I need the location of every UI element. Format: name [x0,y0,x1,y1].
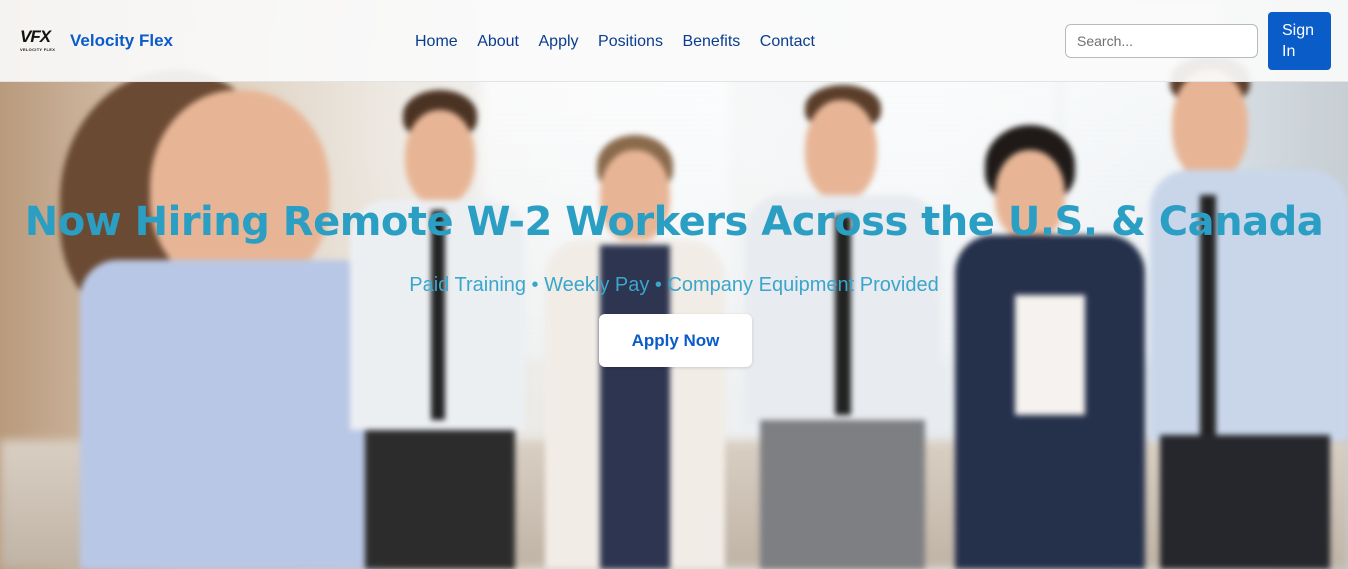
nav-link-apply[interactable]: Apply [539,31,579,53]
logo-mark: VFX [20,27,51,46]
nav-link-home[interactable]: Home [415,31,458,53]
sign-in-label-line2: In [1282,43,1296,60]
search-input[interactable] [1065,24,1258,58]
sign-in-button[interactable]: Sign In [1268,12,1331,70]
sign-in-label-line1: Sign [1282,22,1315,39]
hero-subtitle: Paid Training • Weekly Pay • Company Equ… [409,274,939,296]
nav-link-contact[interactable]: Contact [760,31,815,53]
nav-link-benefits[interactable]: Benefits [682,31,740,53]
vfx-logo-icon: VFX VELOCITY FLEX [20,28,62,54]
nav-link-about[interactable]: About [477,31,519,53]
hero-section: Now Hiring Remote W-2 Workers Across the… [0,0,1348,569]
brand-link[interactable]: VFX VELOCITY FLEX Velocity Flex [20,28,173,54]
nav-links: Home About Apply Positions Benefits Cont… [415,31,815,53]
logo-subtext: VELOCITY FLEX [20,47,56,52]
top-navbar: VFX VELOCITY FLEX Velocity Flex Home Abo… [0,0,1348,82]
hero-title: Now Hiring Remote W-2 Workers Across the… [24,199,1324,245]
brand-name: Velocity Flex [70,31,173,50]
nav-link-positions[interactable]: Positions [598,31,663,53]
apply-now-button[interactable]: Apply Now [599,314,752,367]
